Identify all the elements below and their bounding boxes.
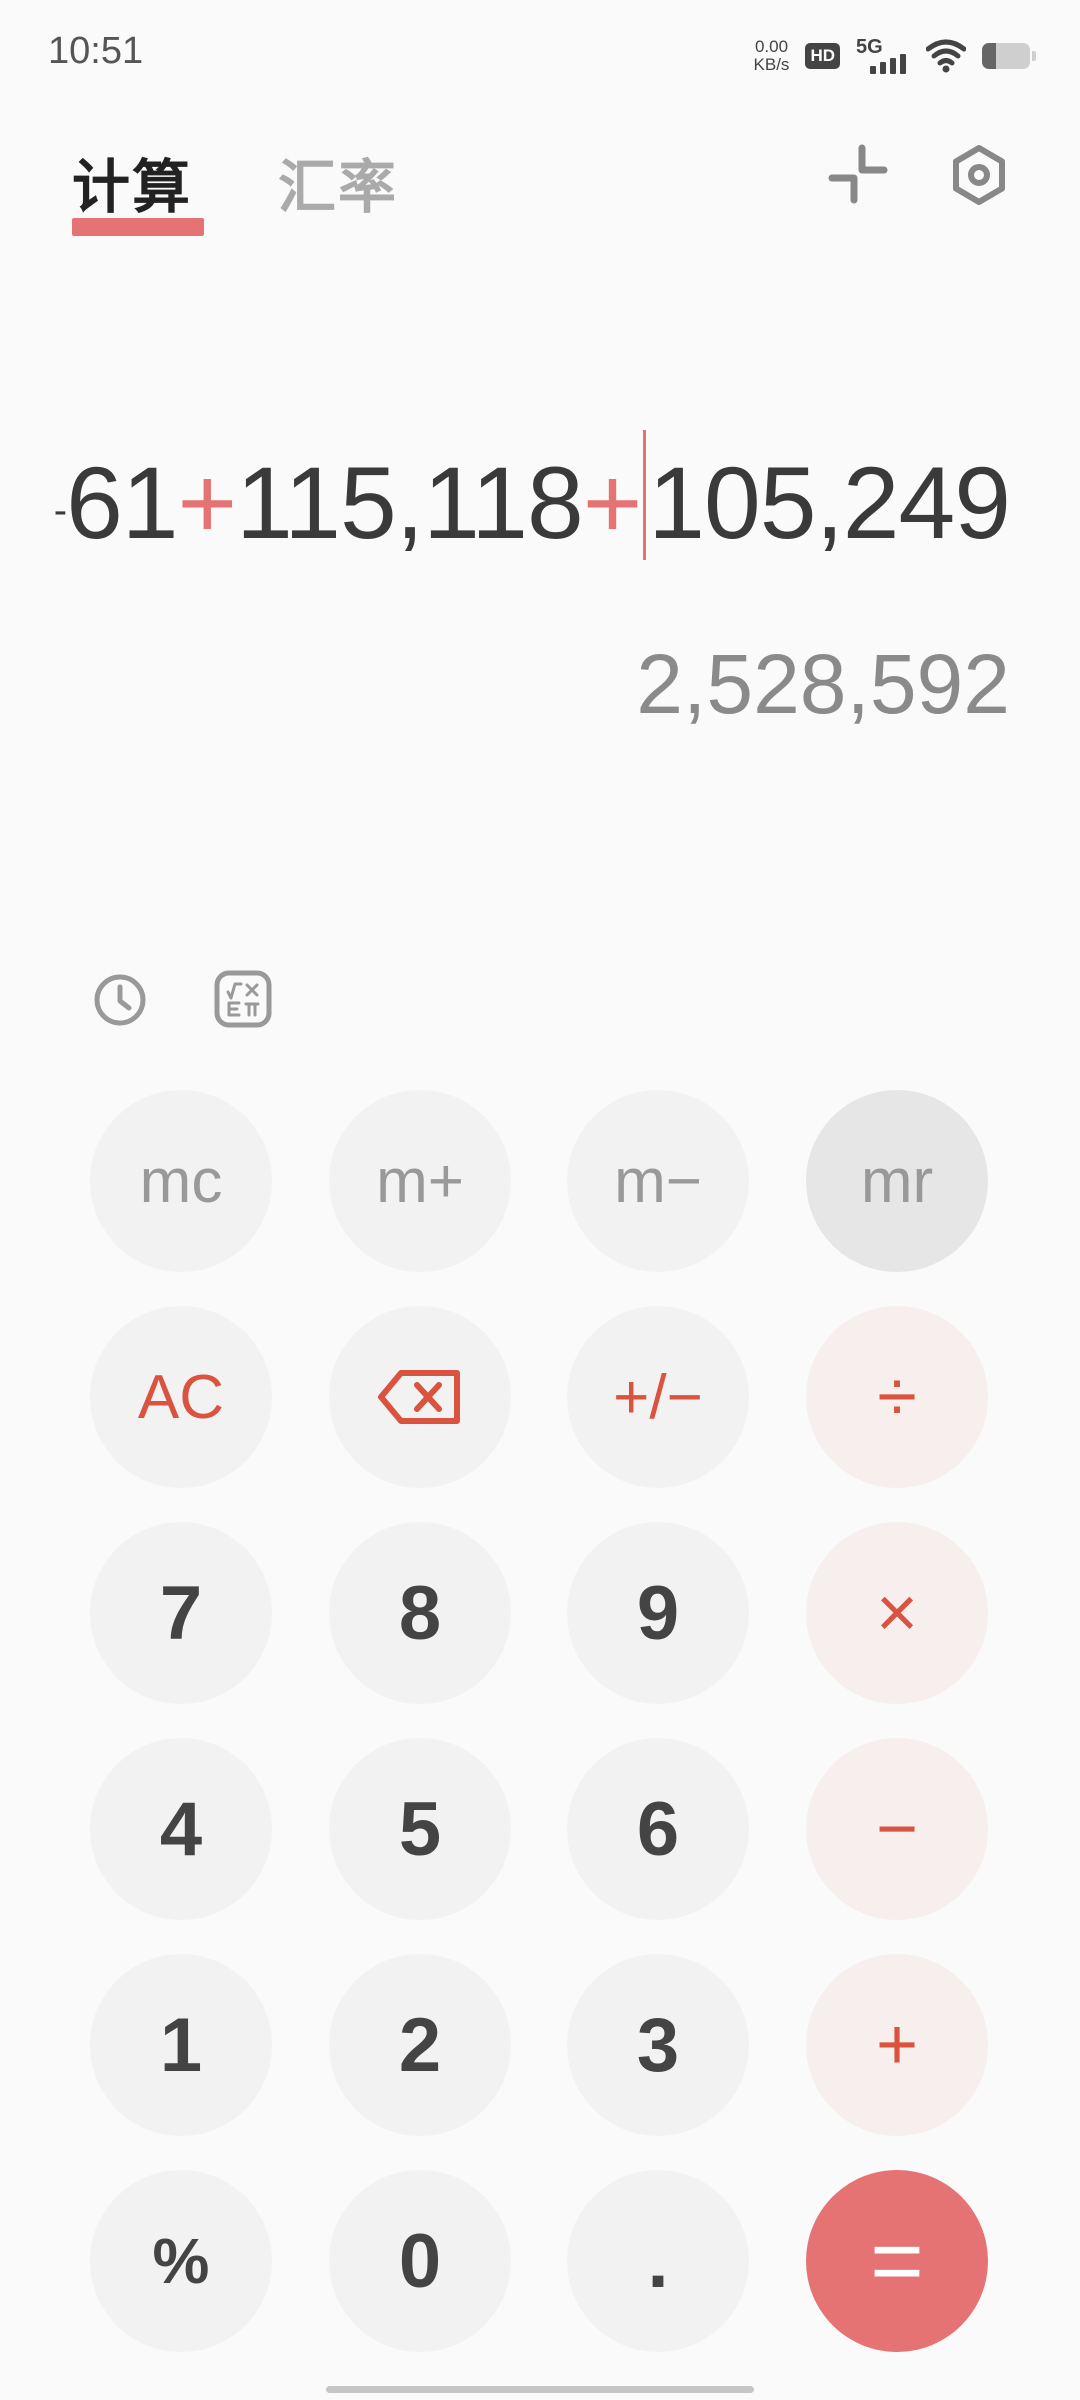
backspace-icon xyxy=(378,1370,460,1424)
expression-sign: - xyxy=(53,488,67,533)
network-speed-unit: KB/s xyxy=(753,55,790,74)
digit-5-button[interactable]: 5 xyxy=(329,1738,511,1920)
network-speed-value: 0.00 xyxy=(754,37,789,56)
digit-1-button[interactable]: 1 xyxy=(90,1954,272,2136)
backspace-button[interactable] xyxy=(329,1306,511,1488)
multiply-button[interactable]: × xyxy=(806,1522,988,1704)
active-tab-indicator xyxy=(72,218,204,236)
status-icons: 0.00 KB/s HD 5G xyxy=(754,34,1036,78)
digit-4-button[interactable]: 4 xyxy=(90,1738,272,1920)
wifi-icon xyxy=(926,39,966,73)
digit-3-button[interactable]: 3 xyxy=(567,1954,749,2136)
hd-icon: HD xyxy=(805,43,840,69)
expression-term: 105,249 xyxy=(648,446,1011,560)
digit-9-button[interactable]: 9 xyxy=(567,1522,749,1704)
settings-icon[interactable] xyxy=(948,144,1010,206)
memory-recall-button[interactable]: mr xyxy=(806,1090,988,1272)
all-clear-button[interactable]: AC xyxy=(90,1306,272,1488)
memory-add-button[interactable]: m+ xyxy=(329,1090,511,1272)
memory-clear-button[interactable]: mc xyxy=(90,1090,272,1272)
home-indicator[interactable] xyxy=(326,2386,754,2393)
scientific-icon[interactable] xyxy=(214,970,272,1028)
subtract-button[interactable]: − xyxy=(806,1738,988,1920)
digit-6-button[interactable]: 6 xyxy=(567,1738,749,1920)
tab-exchange-rate[interactable]: 汇率 xyxy=(278,140,398,224)
expression-display[interactable]: -61+115,118+105,249 xyxy=(10,430,1011,562)
shrink-icon[interactable] xyxy=(828,144,888,204)
digit-7-button[interactable]: 7 xyxy=(90,1522,272,1704)
expression-operator: + xyxy=(582,446,643,560)
network-speed: 0.00 KB/s xyxy=(754,38,790,74)
divide-button[interactable]: ÷ xyxy=(806,1306,988,1488)
toggle-sign-button[interactable]: +/− xyxy=(567,1306,749,1488)
battery-icon xyxy=(982,43,1036,69)
percent-button[interactable]: % xyxy=(90,2170,272,2352)
expression-operator: + xyxy=(177,446,238,560)
memory-subtract-button[interactable]: m− xyxy=(567,1090,749,1272)
digit-0-button[interactable]: 0 xyxy=(329,2170,511,2352)
signal-icon: 5G xyxy=(856,36,910,76)
decimal-button[interactable]: . xyxy=(567,2170,749,2352)
status-time: 10:51 xyxy=(48,30,144,72)
result-display: 2,528,592 xyxy=(636,637,1010,731)
expression-term: 61 xyxy=(66,446,178,560)
digit-8-button[interactable]: 8 xyxy=(329,1522,511,1704)
history-icon[interactable] xyxy=(92,972,148,1028)
add-button[interactable]: + xyxy=(806,1954,988,2136)
text-cursor xyxy=(643,430,647,560)
equals-button[interactable]: = xyxy=(806,2170,988,2352)
tab-calculator[interactable]: 计算 xyxy=(72,140,192,224)
network-type-label: 5G xyxy=(856,36,883,58)
expression-term: 115,118 xyxy=(236,446,584,560)
digit-2-button[interactable]: 2 xyxy=(329,1954,511,2136)
